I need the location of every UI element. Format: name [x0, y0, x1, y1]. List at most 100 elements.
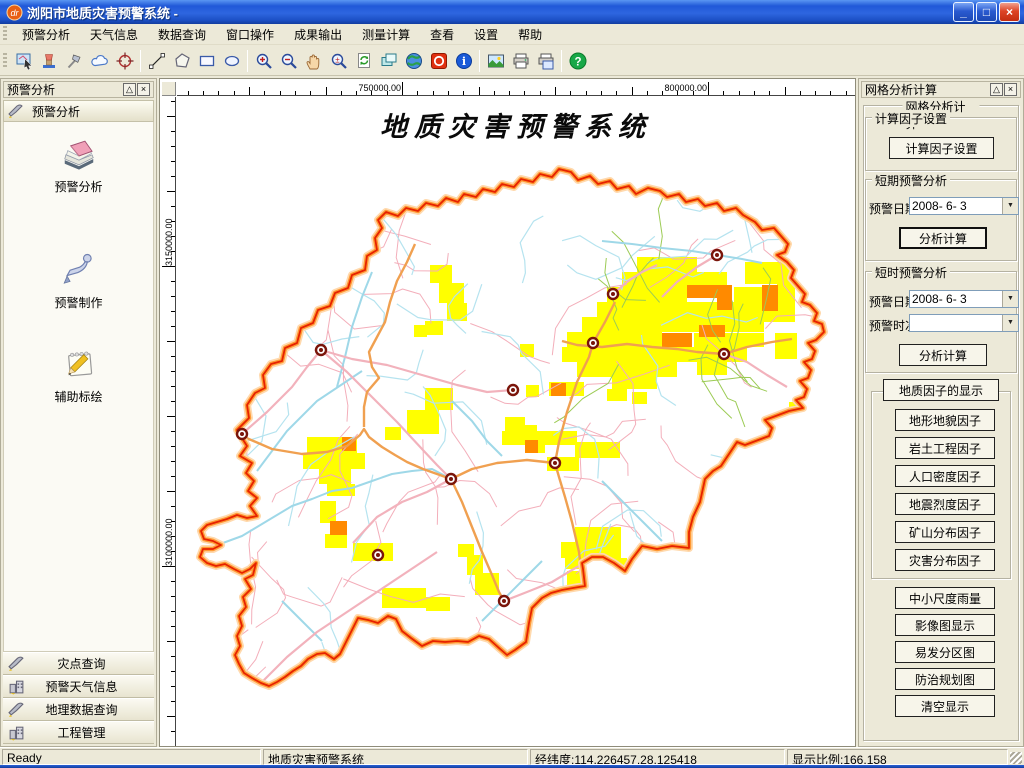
svg-text:?: ? [574, 56, 581, 68]
zoom-out-button[interactable] [276, 48, 301, 73]
info-button[interactable]: i [451, 48, 476, 73]
info-icon: i [454, 51, 474, 71]
town-marker[interactable] [373, 550, 383, 560]
sidebar-bottom-item-0[interactable]: 灾点查询 [3, 652, 154, 675]
immediate-analyze-button[interactable]: 分析计算 [899, 344, 987, 366]
town-marker[interactable] [499, 596, 509, 606]
town-marker[interactable] [446, 474, 456, 484]
menu-item-5[interactable]: 测量计算 [352, 24, 420, 45]
refresh-button[interactable] [351, 48, 376, 73]
draw-line-icon [147, 51, 167, 71]
town-marker[interactable] [608, 289, 618, 299]
layers-button[interactable] [376, 48, 401, 73]
restore-button[interactable]: □ [976, 2, 997, 22]
vertical-ruler: 3150000.003100000.00 [162, 97, 176, 746]
resize-grip[interactable] [1010, 752, 1022, 764]
immediate-time-combobox[interactable]: ▼ [909, 314, 1019, 332]
town-marker[interactable] [550, 458, 560, 468]
left-panel-titlebar: 预警分析 △ × [3, 81, 154, 98]
stop-button[interactable] [426, 48, 451, 73]
display-button-2[interactable]: 易发分区图 [895, 641, 995, 663]
draw-line-button[interactable] [144, 48, 169, 73]
toolbar-separator [479, 50, 480, 72]
draw-polygon-button[interactable] [169, 48, 194, 73]
display-button-3[interactable]: 防治规划图 [895, 668, 995, 690]
town-marker[interactable] [237, 429, 247, 439]
draw-ellipse-button[interactable] [219, 48, 244, 73]
factor-setting-button[interactable]: 计算因子设置 [889, 137, 994, 159]
left-panel-bottom-list: 灾点查询预警天气信息地理数据查询工程管理 [3, 652, 154, 746]
right-panel-close-icon[interactable]: × [1004, 83, 1017, 96]
sidebar-item-warning-analysis[interactable]: 预警分析 [4, 134, 153, 195]
image-button[interactable] [483, 48, 508, 73]
right-panel-pin-icon[interactable]: △ [990, 83, 1003, 96]
map-canvas[interactable]: 地质灾害预警系统 [177, 97, 855, 746]
menu-item-7[interactable]: 设置 [464, 24, 508, 45]
left-panel-close-icon[interactable]: × [137, 83, 150, 96]
town-marker[interactable] [588, 338, 598, 348]
sidebar-bottom-item-3[interactable]: 工程管理 [3, 721, 154, 744]
chevron-down-icon[interactable]: ▼ [1002, 291, 1018, 307]
sidebar-bottom-item-2[interactable]: 地理数据查询 [3, 698, 154, 721]
menu-item-6[interactable]: 查看 [420, 24, 464, 45]
menu-grip[interactable] [3, 26, 7, 42]
town-marker[interactable] [719, 349, 729, 359]
map-select-button[interactable] [12, 48, 37, 73]
short-term-date-combobox[interactable]: 2008- 6- 3 ▼ [909, 197, 1019, 215]
menu-item-4[interactable]: 成果输出 [284, 24, 352, 45]
town-marker[interactable] [712, 250, 722, 260]
sidebar-bottom-item-1[interactable]: 预警天气信息 [3, 675, 154, 698]
globe-button[interactable] [401, 48, 426, 73]
display-button-1[interactable]: 影像图显示 [895, 614, 995, 636]
zoom-in-icon [254, 51, 274, 71]
cloud-button[interactable] [87, 48, 112, 73]
menu-item-8[interactable]: 帮助 [508, 24, 552, 45]
building-icon [8, 724, 25, 741]
crosshair-icon [115, 51, 135, 71]
print-button[interactable] [508, 48, 533, 73]
draw-rectangle-button[interactable] [194, 48, 219, 73]
display-button-4[interactable]: 清空显示 [895, 695, 995, 717]
display-button-0[interactable]: 中小尺度雨量 [895, 587, 995, 609]
factor-button-1[interactable]: 岩土工程因子 [895, 437, 995, 459]
minimize-button[interactable]: _ [953, 2, 974, 22]
left-panel-pin-icon[interactable]: △ [123, 83, 136, 96]
toolbar: ± i? [0, 46, 1024, 76]
chevron-down-icon[interactable]: ▼ [1002, 315, 1018, 331]
layers-icon [379, 51, 399, 71]
close-button[interactable]: × [999, 2, 1020, 22]
chevron-down-icon[interactable]: ▼ [1002, 198, 1018, 214]
toolbar-grip[interactable] [3, 53, 7, 69]
factor-button-3[interactable]: 地震烈度因子 [895, 493, 995, 515]
menu-item-0[interactable]: 预警分析 [12, 24, 80, 45]
zoom-in-button[interactable] [251, 48, 276, 73]
factor-button-2[interactable]: 人口密度因子 [895, 465, 995, 487]
factor-button-5[interactable]: 灾害分布因子 [895, 549, 995, 571]
factor-button-4[interactable]: 矿山分布因子 [895, 521, 995, 543]
immediate-date-combobox[interactable]: 2008- 6- 3 ▼ [909, 290, 1019, 308]
crosshair-button[interactable] [112, 48, 137, 73]
menu-item-1[interactable]: 天气信息 [80, 24, 148, 45]
town-marker[interactable] [316, 345, 326, 355]
print-preview-button[interactable] [533, 48, 558, 73]
menu-item-2[interactable]: 数据查询 [148, 24, 216, 45]
short-term-date-value: 2008- 6- 3 [910, 198, 1002, 214]
stop-icon [429, 51, 449, 71]
town-marker[interactable] [508, 385, 518, 395]
horizontal-ruler: 750000.00800000.00 [177, 82, 855, 96]
stamp-button[interactable] [37, 48, 62, 73]
short-term-analyze-button[interactable]: 分析计算 [899, 227, 987, 249]
hammer-button[interactable] [62, 48, 87, 73]
factor-button-0[interactable]: 地形地貌因子 [895, 409, 995, 431]
factors-header-button[interactable]: 地质因子的显示 [883, 379, 999, 401]
menu-item-3[interactable]: 窗口操作 [216, 24, 284, 45]
sidebar-item-warning-production[interactable]: 预警制作 [4, 250, 153, 311]
sidebar-item-auxiliary-plotting[interactable]: 辅助标绘 [4, 344, 153, 405]
pan-button[interactable] [301, 48, 326, 73]
left-panel-group-header[interactable]: 预警分析 [3, 100, 154, 122]
help-button[interactable]: ? [565, 48, 590, 73]
svg-text:i: i [461, 55, 465, 68]
zoom-extent-button[interactable]: ± [326, 48, 351, 73]
sidebar-bottom-label: 工程管理 [29, 724, 154, 741]
status-bar: Ready 地质灾害预警系统 经纬度:114.226457,28.125418 … [0, 747, 1024, 765]
